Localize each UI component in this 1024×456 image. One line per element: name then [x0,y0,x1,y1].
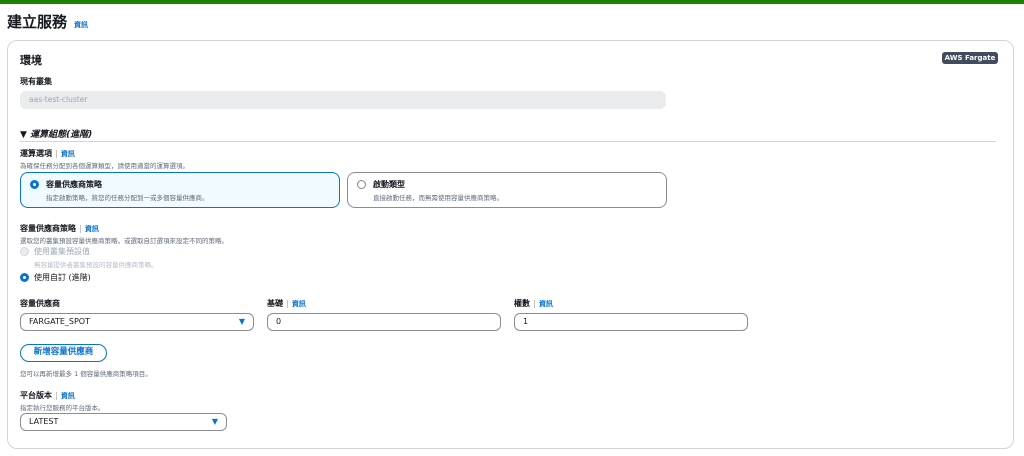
platform-label: 平台版本 | 資訊 [20,391,75,400]
launch-type-tile[interactable]: 啟動類型 直接啟動任務，而無需使用容量供應商策略。 [347,172,667,208]
caret-down-icon: ▼ [211,417,218,426]
environment-heading: 環境 [20,54,42,67]
provider-label: 容量供應商 [20,299,60,308]
strategy-info-link[interactable]: 資訊 [85,225,99,233]
caret-down-icon: ▼ [20,130,31,140]
capacity-strategy-desc: 指定啟動策略，將您的任務分配到一或多個容量供應商。 [46,194,209,202]
base-input[interactable]: 0 [267,313,501,331]
add-provider-button[interactable]: 新增容量供應商 [20,344,107,362]
radio-disabled-icon [20,247,29,256]
strategy-label: 容量供應商策略 | 資訊 [20,224,99,233]
cluster-input: aas-test-cluster [20,91,666,109]
weight-label: 權數 | 資訊 [514,299,553,308]
section-divider [20,141,996,142]
weight-info-link[interactable]: 資訊 [539,300,553,308]
use-custom-label[interactable]: 使用自訂 (進階) [34,272,91,283]
weight-input[interactable]: 1 [514,313,748,331]
add-provider-note: 您可以再新增最多 1 個容量供應商策略項目。 [20,370,152,378]
base-info-link[interactable]: 資訊 [292,300,306,308]
cluster-label: 現有叢集 [20,77,52,86]
page-title: 建立服務 [7,13,68,31]
launch-type-title: 啟動類型 [373,180,405,189]
strategy-desc: 選取您的叢集預設容量供應商策略，或選取自訂選項來設定不同的策略。 [20,237,228,245]
use-default-label: 使用叢集預設值 [34,247,90,256]
capacity-strategy-tile[interactable]: 容量供應商策略 指定啟動策略，將您的任務分配到一或多個容量供應商。 [20,172,340,208]
compute-options-info-link[interactable]: 資訊 [61,150,75,158]
base-label: 基礎 | 資訊 [267,299,306,308]
compute-options-desc: 為確保任務分配到各個運算類型，請使用適當的運算選項。 [20,162,189,170]
use-default-desc: 無容量提供者叢集預設的容量供應商策略。 [34,261,158,269]
provider-select[interactable]: FARGATE_SPOT ▼ [20,313,254,331]
provider-value: FARGATE_SPOT [29,317,90,326]
platform-info-link[interactable]: 資訊 [61,392,75,400]
weight-text: 權數 [514,299,530,308]
capacity-strategy-title: 容量供應商策略 [46,180,102,189]
page-info-link[interactable]: 資訊 [74,20,88,30]
fargate-badge: AWS Fargate [942,52,998,64]
compute-options-label: 運算選項 | 資訊 [20,149,75,158]
compute-config-toggle[interactable]: ▼ 運算組態(進階) [20,127,92,140]
platform-select[interactable]: LATEST ▼ [20,413,227,431]
radio-custom-selected-icon[interactable] [20,273,29,282]
platform-value: LATEST [29,417,59,426]
platform-text: 平台版本 [20,391,52,400]
compute-config-label: 運算組態(進階) [30,130,93,140]
base-text: 基礎 [267,299,283,308]
compute-options-text: 運算選項 [20,149,52,158]
radio-unselected-icon[interactable] [357,180,366,189]
launch-type-desc: 直接啟動任務，而無需使用容量供應商策略。 [373,194,503,202]
caret-down-icon: ▼ [238,317,245,326]
strategy-text: 容量供應商策略 [20,224,76,233]
platform-desc: 指定執行您服務的平台版本。 [20,404,105,412]
radio-selected-icon[interactable] [30,180,39,189]
success-banner-edge [0,0,1024,4]
